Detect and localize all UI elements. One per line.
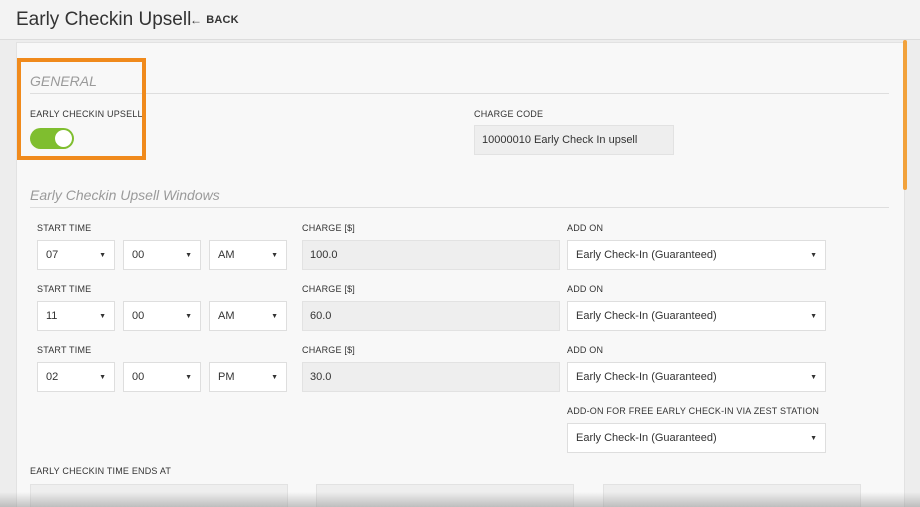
add-on-select[interactable]: Early Check-In (Guaranteed) ▼ — [567, 301, 826, 331]
start-minute-value: 00 — [132, 249, 145, 261]
charge-code-field[interactable]: 10000010 Early Check In upsell — [474, 125, 674, 155]
start-minute-select[interactable]: 00 ▼ — [123, 362, 201, 392]
back-button[interactable]: ← BACK — [190, 14, 239, 26]
chevron-down-icon: ▼ — [810, 373, 817, 381]
add-on-label: ADD ON — [567, 345, 604, 355]
windows-section-title: Early Checkin Upsell Windows — [30, 187, 220, 203]
chevron-down-icon: ▼ — [99, 373, 106, 381]
start-time-label: START TIME — [37, 223, 92, 233]
zest-station-add-on-label: ADD-ON FOR FREE EARLY CHECK-IN VIA ZEST … — [567, 406, 820, 416]
add-on-select[interactable]: Early Check-In (Guaranteed) ▼ — [567, 362, 826, 392]
start-hour-select[interactable]: 07 ▼ — [37, 240, 115, 270]
start-ampm-select[interactable]: AM ▼ — [209, 240, 287, 270]
add-on-label: ADD ON — [567, 284, 604, 294]
charge-field[interactable]: 100.0 — [302, 240, 560, 270]
start-time-label: START TIME — [37, 284, 92, 294]
start-hour-value: 02 — [46, 371, 59, 383]
charge-code-label: CHARGE CODE — [474, 109, 544, 119]
early-checkin-ends-label: EARLY CHECKIN TIME ENDS AT — [30, 466, 172, 476]
general-divider — [30, 93, 889, 94]
add-on-select[interactable]: Early Check-In (Guaranteed) ▼ — [567, 240, 826, 270]
start-hour-select[interactable]: 11 ▼ — [37, 301, 115, 331]
charge-field[interactable]: 60.0 — [302, 301, 560, 331]
start-ampm-select[interactable]: AM ▼ — [209, 301, 287, 331]
start-ampm-value: AM — [218, 249, 235, 261]
start-hour-value: 07 — [46, 249, 59, 261]
charge-label: CHARGE [$] — [302, 284, 356, 294]
add-on-label: ADD ON — [567, 223, 604, 233]
start-minute-value: 00 — [132, 310, 145, 322]
chevron-down-icon: ▼ — [99, 312, 106, 320]
zest-station-add-on-value: Early Check-In (Guaranteed) — [576, 432, 717, 444]
add-on-value: Early Check-In (Guaranteed) — [576, 310, 717, 322]
back-label: BACK — [206, 14, 239, 26]
start-ampm-select[interactable]: PM ▼ — [209, 362, 287, 392]
chevron-down-icon: ▼ — [185, 312, 192, 320]
start-minute-select[interactable]: 00 ▼ — [123, 301, 201, 331]
highlight-box — [17, 58, 146, 160]
start-ampm-value: PM — [218, 371, 235, 383]
add-on-value: Early Check-In (Guaranteed) — [576, 249, 717, 261]
page-header: Early Checkin Upsell ← BACK — [0, 0, 920, 40]
start-time-label: START TIME — [37, 345, 92, 355]
bottom-shadow — [0, 492, 920, 507]
chevron-down-icon: ▼ — [185, 373, 192, 381]
start-minute-value: 00 — [132, 371, 145, 383]
charge-label: CHARGE [$] — [302, 345, 356, 355]
windows-divider — [30, 207, 889, 208]
zest-station-add-on-select[interactable]: Early Check-In (Guaranteed) ▼ — [567, 423, 826, 453]
chevron-down-icon: ▼ — [810, 434, 817, 442]
chevron-down-icon: ▼ — [99, 251, 106, 259]
chevron-down-icon: ▼ — [271, 373, 278, 381]
start-ampm-value: AM — [218, 310, 235, 322]
charge-field[interactable]: 30.0 — [302, 362, 560, 392]
start-minute-select[interactable]: 00 ▼ — [123, 240, 201, 270]
chevron-down-icon: ▼ — [271, 312, 278, 320]
back-arrow-icon: ← — [190, 13, 203, 27]
chevron-down-icon: ▼ — [810, 312, 817, 320]
chevron-down-icon: ▼ — [185, 251, 192, 259]
chevron-down-icon: ▼ — [810, 251, 817, 259]
scrollbar[interactable] — [903, 40, 907, 190]
start-hour-select[interactable]: 02 ▼ — [37, 362, 115, 392]
chevron-down-icon: ▼ — [271, 251, 278, 259]
page-title: Early Checkin Upsell — [16, 9, 192, 30]
add-on-value: Early Check-In (Guaranteed) — [576, 371, 717, 383]
start-hour-value: 11 — [46, 310, 58, 322]
charge-label: CHARGE [$] — [302, 223, 356, 233]
